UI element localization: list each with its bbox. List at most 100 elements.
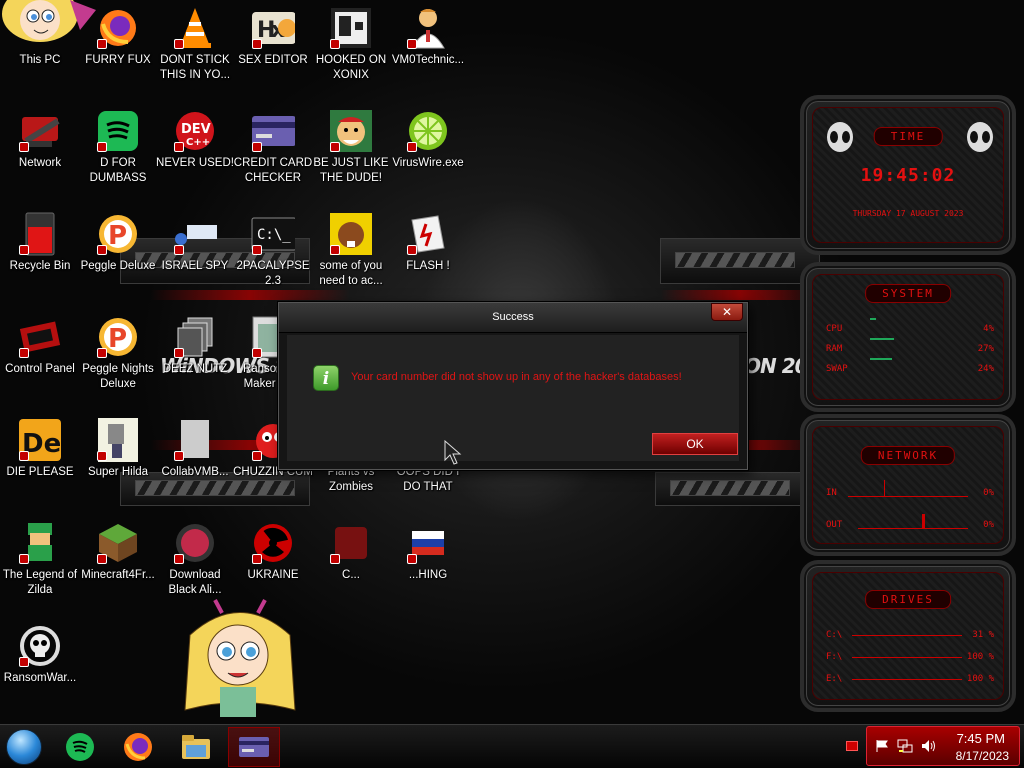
- show-desktop-button[interactable]: [846, 741, 858, 751]
- dev-cpp-icon: DEV C++: [173, 109, 217, 153]
- taskbar-clock-time[interactable]: 7:45 PM: [957, 731, 1005, 746]
- flag-icon: [406, 521, 450, 565]
- spotify-taskbar-icon[interactable]: [60, 727, 100, 767]
- alien-head-icon: [827, 122, 853, 152]
- cartoon-girl-sticker: [2, 0, 96, 42]
- drives-gadget: DRIVES C:\ 31 % F:\ 100 % E:\ 100 %: [800, 560, 1016, 712]
- dialog-close-button[interactable]: ✕: [711, 303, 743, 321]
- shortcut-badge-icon: [174, 348, 184, 358]
- desktop-icon[interactable]: ...HING: [388, 521, 468, 583]
- terminal-icon: C:\_: [251, 212, 295, 256]
- alien-icon: [173, 521, 217, 565]
- lime-icon: [406, 109, 450, 153]
- dialog-titlebar[interactable]: Success ✕: [279, 303, 747, 333]
- desktop-icon[interactable]: Network: [0, 109, 80, 171]
- dialog-title: Success: [492, 311, 534, 323]
- system-row-label: SWAP: [826, 364, 848, 374]
- stack-icon: [173, 315, 217, 359]
- desktop-icon-label: Download Black Ali...: [168, 569, 222, 596]
- network-gadget-title: NETWORK: [860, 446, 956, 465]
- desktop-icon-label: VM0Technic...: [391, 54, 465, 66]
- desktop-icon-label: Network: [18, 157, 62, 169]
- desktop-icon[interactable]: DEV C++ NEVER USED!: [155, 109, 235, 171]
- desktop-icon-label: some of you need to ac...: [319, 260, 383, 287]
- desktop-icon[interactable]: Minecraft4Fr...: [78, 521, 158, 583]
- shortcut-badge-icon: [19, 554, 29, 564]
- desktop-icon-label: ISRAEL SPY: [161, 260, 229, 272]
- desktop-icon[interactable]: Download Black Ali...: [155, 521, 235, 598]
- wallpaper-slot: [670, 480, 790, 496]
- desktop-icon[interactable]: Recycle Bin: [0, 212, 80, 274]
- desktop-icon[interactable]: FLASH !: [388, 212, 468, 274]
- desktop-icon[interactable]: Hx SEX EDITOR: [233, 6, 313, 68]
- shortcut-badge-icon: [407, 245, 417, 255]
- shortcut-badge-icon: [174, 39, 184, 49]
- desktop-icon[interactable]: C...: [311, 521, 391, 583]
- desktop-icon[interactable]: The Legend of Zilda: [0, 521, 80, 598]
- shortcut-badge-icon: [252, 39, 262, 49]
- desktop-icon-label: D FOR DUMBASS: [89, 157, 147, 184]
- desktop-icon[interactable]: P Peggle Deluxe: [78, 212, 158, 274]
- desktop-icon[interactable]: D FOR DUMBASS: [78, 109, 158, 186]
- desktop-icon-label: Minecraft4Fr...: [81, 569, 155, 581]
- desktop-icon[interactable]: BE JUST LIKE THE DUDE!: [311, 109, 391, 186]
- desktop-icon[interactable]: P Peggle Nights Deluxe: [78, 315, 158, 392]
- speaker-icon[interactable]: [921, 739, 937, 753]
- flash-icon: [406, 212, 450, 256]
- desktop-icon[interactable]: RansomWar...: [0, 624, 80, 686]
- time-gadget-title: TIME: [873, 127, 943, 146]
- desktop-icon[interactable]: ISRAEL SPY: [155, 212, 235, 274]
- desktop-icon[interactable]: Super Hilda: [78, 418, 158, 480]
- desktop-icon-label: Peggle Nights Deluxe: [82, 363, 154, 390]
- gadget-date: THURSDAY 17 AUGUST 2023: [852, 209, 964, 218]
- desktop-icon[interactable]: some of you need to ac...: [311, 212, 391, 289]
- shortcut-badge-icon: [19, 142, 29, 152]
- xonix-game-icon: [329, 6, 373, 50]
- firefox-icon: [96, 6, 140, 50]
- desktop-icon[interactable]: HOOKED ON XONIX: [311, 6, 391, 83]
- desktop-icon[interactable]: DEEZ NUTZ: [155, 315, 235, 377]
- desktop-icon-label: VirusWire.exe: [392, 157, 464, 169]
- shortcut-badge-icon: [252, 142, 262, 152]
- shortcut-badge-icon: [19, 657, 29, 667]
- desktop-icon[interactable]: UKRAINE: [233, 521, 313, 583]
- system-row-bar: [870, 358, 892, 360]
- desktop-icon[interactable]: DONT STICK THIS IN YO...: [155, 6, 235, 83]
- desktop-icon[interactable]: CollabVMB...: [155, 418, 235, 480]
- file-explorer-taskbar-icon[interactable]: [176, 727, 216, 767]
- spy-icon: [173, 212, 217, 256]
- shortcut-badge-icon: [252, 348, 262, 358]
- net-out-label: OUT: [826, 520, 843, 530]
- desktop-icon-label: BE JUST LIKE THE DUDE!: [313, 157, 389, 184]
- success-dialog: Success ✕ i Your card number did not sho…: [278, 302, 748, 470]
- desktop-icon[interactable]: CREDIT CARD CHECKER: [233, 109, 313, 186]
- desktop-icon[interactable]: De DIE PLEASE: [0, 418, 80, 480]
- system-row-label: RAM: [826, 344, 843, 354]
- desktop-icon-label: Peggle Deluxe: [80, 260, 156, 272]
- flag-icon[interactable]: [875, 739, 889, 753]
- credit-card-checker-taskbar-icon[interactable]: [228, 727, 280, 767]
- star-butterfly-sticker: [184, 599, 296, 717]
- ok-button[interactable]: OK: [652, 433, 738, 455]
- desktop-icon-label: SEX EDITOR: [238, 54, 308, 66]
- network-tray-icon[interactable]: [897, 739, 913, 753]
- vlc-cone-icon: [173, 6, 217, 50]
- desktop-icon-label: UKRAINE: [247, 569, 299, 581]
- doctor-avatar-icon: [406, 6, 450, 50]
- desktop-icon[interactable]: Control Panel: [0, 315, 80, 377]
- desktop-icon-label: 2PACALYPSE 2.3: [236, 260, 310, 287]
- start-orb[interactable]: [6, 729, 42, 765]
- net-out-graph: [858, 528, 968, 529]
- taskbar-clock-date[interactable]: 8/17/2023: [956, 749, 1009, 763]
- desktop-icon[interactable]: C:\_ 2PACALYPSE 2.3: [233, 212, 313, 289]
- firefox-taskbar-icon[interactable]: [118, 727, 158, 767]
- drive-row-label: F:\: [826, 652, 843, 662]
- grass-block-icon: [96, 521, 140, 565]
- taskbar: 7:45 PM 8/17/2023: [0, 724, 1024, 768]
- system-gadget-title: SYSTEM: [865, 284, 951, 303]
- drive-row-label: E:\: [826, 674, 843, 684]
- drive-row-bar: [852, 635, 962, 636]
- desktop-icon[interactable]: VirusWire.exe: [388, 109, 468, 171]
- shortcut-badge-icon: [97, 451, 107, 461]
- desktop-icon[interactable]: VM0Technic...: [388, 6, 468, 68]
